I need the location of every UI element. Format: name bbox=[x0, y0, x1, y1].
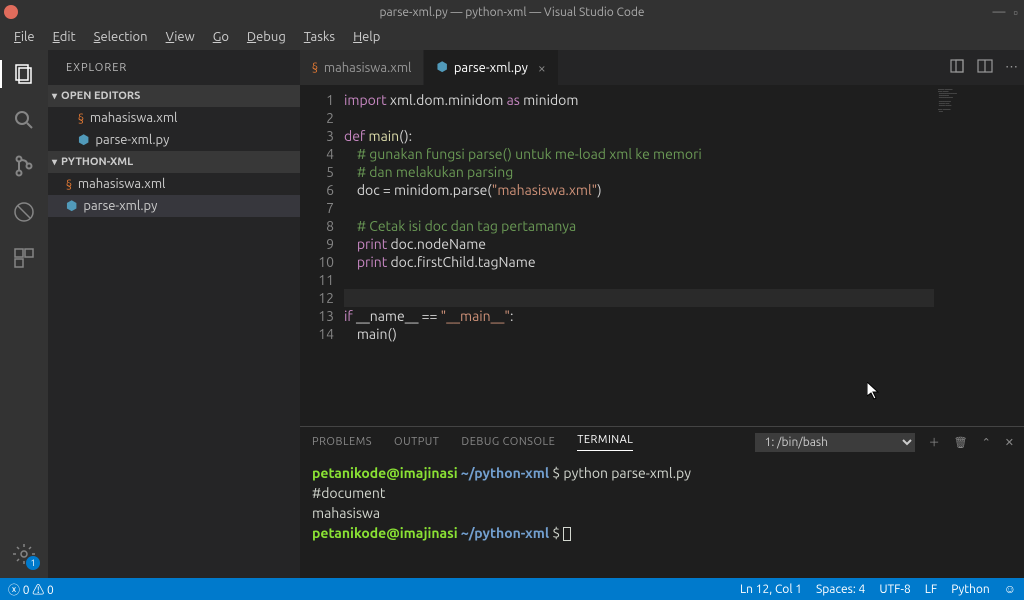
explorer-sidebar: EXPLORER ▾OPEN EDITORS §mahasiswa.xml⬢pa… bbox=[48, 50, 300, 578]
new-terminal-icon[interactable]: ＋ bbox=[929, 434, 940, 450]
toggle-panel-icon[interactable] bbox=[949, 58, 965, 77]
file-icon: § bbox=[66, 178, 72, 191]
window-minimize-button[interactable]: — bbox=[992, 5, 1005, 20]
scm-activity-icon[interactable] bbox=[10, 152, 38, 180]
folder-header[interactable]: ▾PYTHON-XML bbox=[48, 151, 300, 173]
more-actions-icon[interactable]: ⋯ bbox=[1005, 60, 1018, 75]
status-line-col[interactable]: Ln 12, Col 1 bbox=[740, 583, 802, 596]
terminal-cursor bbox=[563, 527, 571, 541]
file-item[interactable]: §mahasiswa.xml bbox=[48, 173, 300, 195]
panel-tab-terminal[interactable]: TERMINAL bbox=[577, 434, 633, 451]
menu-help[interactable]: Help bbox=[345, 28, 388, 46]
status-eol[interactable]: LF bbox=[925, 583, 937, 596]
file-item[interactable]: ⬢parse-xml.py bbox=[48, 195, 300, 217]
search-activity-icon[interactable] bbox=[10, 106, 38, 134]
file-icon: ⬢ bbox=[436, 60, 447, 75]
status-language[interactable]: Python bbox=[951, 583, 990, 596]
menu-file[interactable]: File bbox=[6, 28, 43, 46]
menu-go[interactable]: Go bbox=[205, 28, 237, 46]
panel-tab-debug-console[interactable]: DEBUG CONSOLE bbox=[461, 436, 555, 448]
settings-gear-icon[interactable]: 1 bbox=[10, 540, 38, 568]
editor-tabs: §mahasiswa.xml⬢parse-xml.py× ⋯ bbox=[300, 50, 1024, 85]
kill-terminal-icon[interactable]: 🗑 bbox=[954, 436, 968, 449]
terminal-selector[interactable]: 1: /bin/bash bbox=[755, 433, 915, 452]
menubar: FileEditSelectionViewGoDebugTasksHelp bbox=[0, 24, 1024, 50]
status-bar: ⓧ 0 ⚠ 0 Ln 12, Col 1 Spaces: 4 UTF-8 LF … bbox=[0, 578, 1024, 600]
settings-badge: 1 bbox=[26, 556, 40, 570]
window-close-button[interactable] bbox=[4, 5, 18, 19]
activity-bar: 1 bbox=[0, 50, 48, 578]
terminal-output: mahasiswa bbox=[312, 503, 1012, 523]
open-editor-item[interactable]: §mahasiswa.xml bbox=[48, 107, 300, 129]
window-maximize-button[interactable]: ▫ bbox=[1013, 5, 1018, 20]
close-panel-icon[interactable]: ✕ bbox=[1005, 436, 1014, 449]
status-feedback-icon[interactable]: ☺ bbox=[1004, 582, 1016, 596]
minimap[interactable]: ▬▬▬ ▬▬▬▬▬▬ ▬▬▬ ▬▬▬▬▬▬▬▬▬ ▬▬▬▬▬ ▬▬▬▬▬▬▬ ▬… bbox=[934, 85, 1024, 426]
sidebar-title: EXPLORER bbox=[48, 50, 300, 85]
close-tab-icon[interactable]: × bbox=[538, 60, 546, 76]
menu-tasks[interactable]: Tasks bbox=[296, 28, 343, 46]
terminal[interactable]: petanikode@imajinasi ~/python-xml $ pyth… bbox=[300, 457, 1024, 578]
menu-view[interactable]: View bbox=[158, 28, 203, 46]
file-icon: ⬢ bbox=[78, 133, 89, 148]
menu-edit[interactable]: Edit bbox=[45, 28, 84, 46]
panel-tab-output[interactable]: OUTPUT bbox=[394, 436, 439, 448]
split-editor-icon[interactable] bbox=[977, 58, 993, 77]
status-errors[interactable]: ⓧ 0 ⚠ 0 bbox=[8, 581, 54, 598]
status-encoding[interactable]: UTF-8 bbox=[879, 583, 910, 596]
open-editors-header[interactable]: ▾OPEN EDITORS bbox=[48, 85, 300, 107]
bottom-panel: PROBLEMS OUTPUT DEBUG CONSOLE TERMINAL 1: /… bbox=[300, 426, 1024, 578]
titlebar: parse-xml.py — python-xml — Visual Studi… bbox=[0, 0, 1024, 24]
window-title: parse-xml.py — python-xml — Visual Studi… bbox=[379, 6, 644, 19]
file-icon: § bbox=[78, 112, 84, 125]
panel-tab-problems[interactable]: PROBLEMS bbox=[312, 436, 372, 448]
panel-tabs: PROBLEMS OUTPUT DEBUG CONSOLE TERMINAL 1: /… bbox=[300, 427, 1024, 457]
open-editor-item[interactable]: ⬢parse-xml.py bbox=[48, 129, 300, 151]
explorer-activity-icon[interactable] bbox=[10, 60, 38, 88]
menu-selection[interactable]: Selection bbox=[86, 28, 156, 46]
line-numbers-gutter: 1234567891011121314 bbox=[300, 85, 344, 426]
debug-activity-icon[interactable] bbox=[10, 198, 38, 226]
maximize-panel-icon[interactable]: ⌃ bbox=[982, 436, 991, 449]
file-icon: § bbox=[312, 61, 318, 74]
editor-tab[interactable]: §mahasiswa.xml bbox=[300, 50, 424, 85]
status-indent[interactable]: Spaces: 4 bbox=[816, 583, 865, 596]
extensions-activity-icon[interactable] bbox=[10, 244, 38, 272]
menu-debug[interactable]: Debug bbox=[239, 28, 294, 46]
editor-tab[interactable]: ⬢parse-xml.py× bbox=[424, 50, 558, 85]
code-editor[interactable]: import xml.dom.minidom as minidom def ma… bbox=[344, 85, 934, 426]
editor-area: §mahasiswa.xml⬢parse-xml.py× ⋯ 123456789… bbox=[300, 50, 1024, 578]
terminal-output: #document bbox=[312, 483, 1012, 503]
file-icon: ⬢ bbox=[66, 199, 77, 214]
